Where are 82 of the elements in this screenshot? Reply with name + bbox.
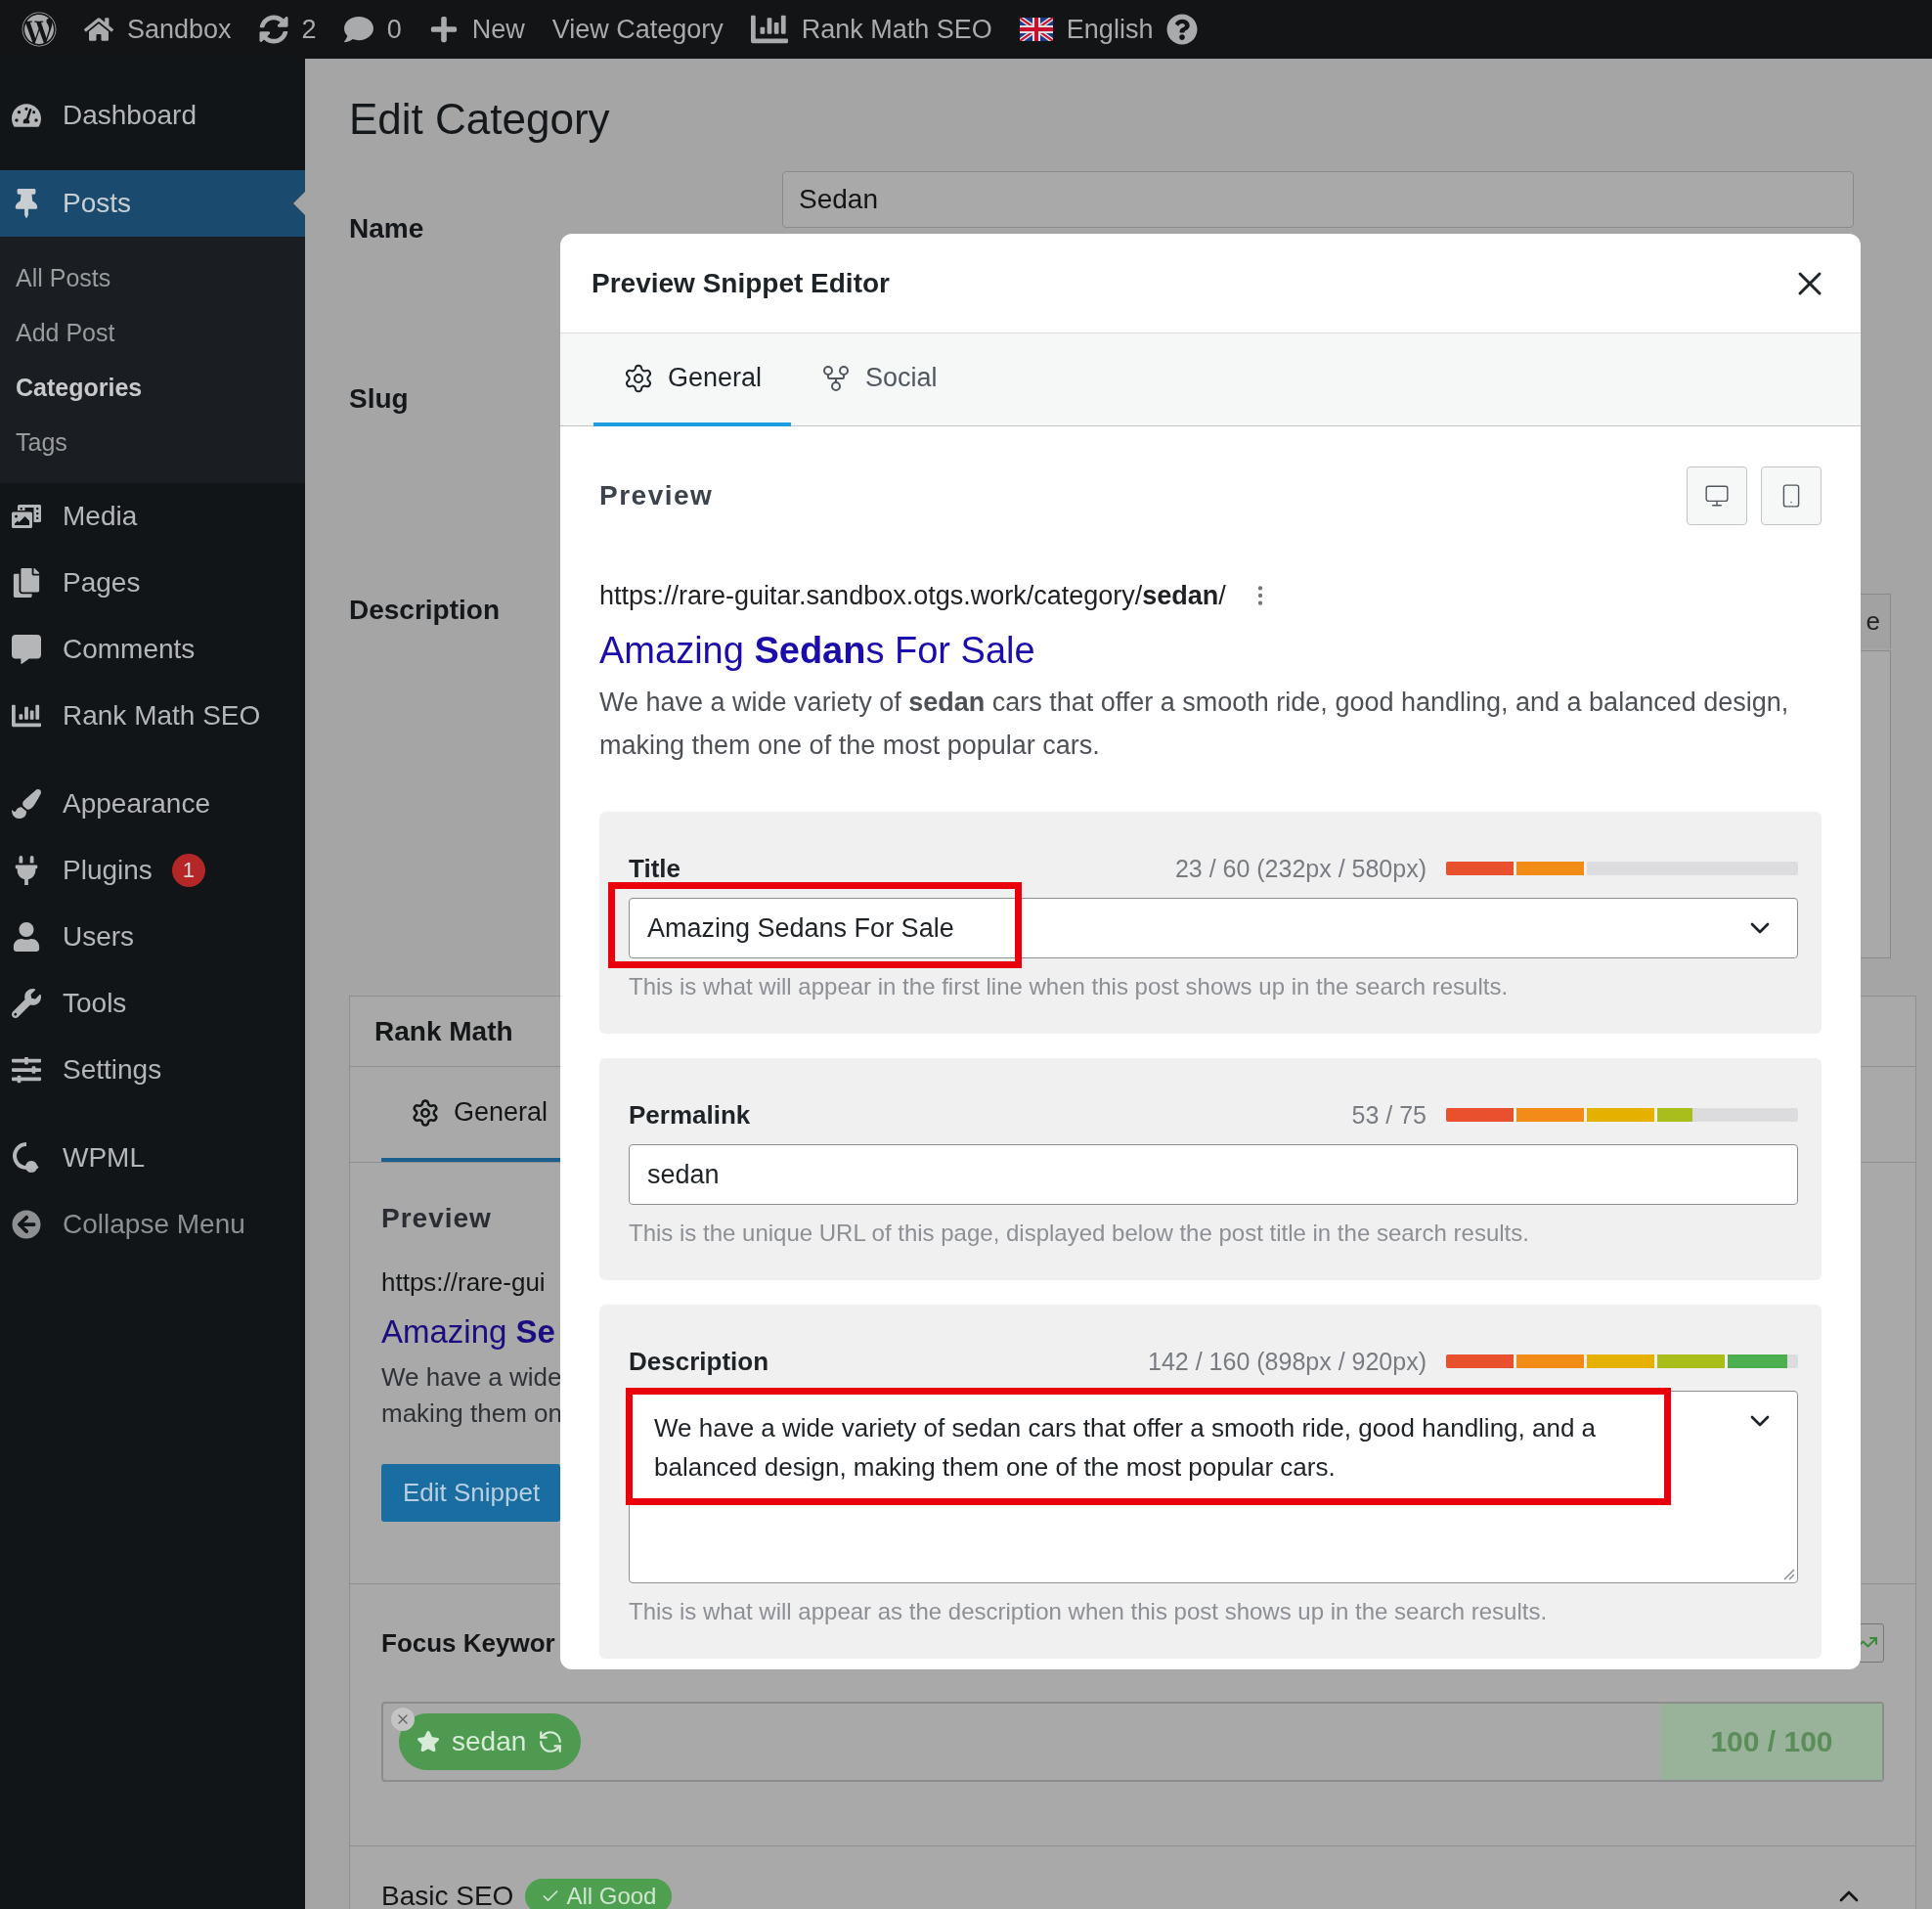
submenu-item[interactable]: Add Post bbox=[0, 305, 305, 360]
star-icon bbox=[417, 1730, 440, 1754]
help-text: This is the unique URL of this page, displayed below the post title in the search results. bbox=[629, 1219, 1530, 1248]
sidebar-menu-item[interactable]: Posts bbox=[0, 170, 305, 237]
section-heading: Preview bbox=[599, 480, 714, 511]
refresh-icon[interactable] bbox=[538, 1729, 564, 1754]
title-input[interactable]: Amazing Sedans For Sale bbox=[629, 898, 1798, 958]
plus-icon bbox=[428, 15, 459, 44]
description-textarea[interactable]: We have a wide variety of sedan cars that offer a smooth ride, good handling, and a balanced design, making them one of the most popular cars. bbox=[629, 1391, 1798, 1583]
sidebar-menu-item[interactable]: Appearance bbox=[0, 771, 305, 837]
section-heading: Basic SEO bbox=[381, 1881, 514, 1909]
sidebar-menu-item[interactable]: Collapse Menu bbox=[0, 1191, 305, 1258]
comment-icon bbox=[343, 15, 373, 44]
user-icon bbox=[12, 922, 41, 952]
gauge-icon bbox=[12, 101, 41, 130]
field-label: Title bbox=[629, 853, 681, 884]
swirl-icon bbox=[12, 1141, 41, 1175]
permalink-input[interactable]: sedan bbox=[629, 1144, 1798, 1205]
page-title: Edit Category bbox=[349, 94, 611, 145]
preview-url: https://rare-gui bbox=[381, 1266, 546, 1298]
remove-icon[interactable] bbox=[391, 1708, 415, 1731]
admin-bar-item[interactable]: 2 bbox=[244, 14, 330, 45]
sliders-icon bbox=[12, 1055, 41, 1085]
preview-description-line: making them on bbox=[381, 1398, 562, 1430]
wrench-icon bbox=[12, 989, 41, 1018]
sidebar-menu-item[interactable]: WPML bbox=[0, 1125, 305, 1191]
sidebar-menu-item[interactable]: Plugins 1 bbox=[0, 837, 305, 904]
help-text: This is what will appear as the description when this post shows up in the search results. bbox=[629, 1597, 1549, 1626]
arrow-left-icon bbox=[12, 1210, 41, 1239]
admin-bar-item[interactable]: Sandbox bbox=[70, 14, 245, 45]
field-label: Name bbox=[349, 215, 424, 243]
admin-bar-item[interactable]: 0 bbox=[329, 14, 416, 45]
admin-bar-item[interactable]: New bbox=[415, 14, 539, 45]
admin-bar-item[interactable]: Rank Math SEO bbox=[736, 11, 1006, 48]
current-page-pointer bbox=[293, 192, 305, 215]
preview-title-link[interactable]: Amazing Sedans For Sale bbox=[599, 628, 1822, 673]
brush-icon bbox=[12, 789, 41, 819]
character-counter: 142 / 160 (898px / 920px) bbox=[1148, 1347, 1427, 1376]
gear-icon bbox=[411, 1097, 440, 1128]
home-icon bbox=[84, 15, 113, 44]
dialog-tab[interactable]: Social bbox=[791, 333, 967, 426]
submenu-item[interactable]: Tags bbox=[0, 415, 305, 469]
sidebar-menu-item[interactable]: Users bbox=[0, 904, 305, 970]
sidebar-menu-item[interactable]: Comments bbox=[0, 616, 305, 683]
section-heading: Focus Keywor bbox=[381, 1628, 555, 1658]
gear-icon bbox=[623, 362, 654, 394]
character-counter: 23 / 60 (232px / 580px) bbox=[1174, 854, 1427, 883]
seo-score: 100 / 100 bbox=[1661, 1704, 1882, 1780]
count-badge: 1 bbox=[171, 854, 205, 887]
character-counter: 53 / 75 bbox=[1351, 1100, 1427, 1130]
preview-title-link[interactable]: Amazing Se bbox=[381, 1312, 555, 1352]
name-input[interactable]: Sedan bbox=[782, 171, 1854, 228]
preview-description: We have a wide variety of sedan cars that offer a smooth ride, good handling, and a balanced design, making them one of the most popular cars. bbox=[599, 687, 1790, 762]
media-icon bbox=[12, 502, 41, 531]
monitor-icon bbox=[1704, 483, 1730, 509]
submenu-item[interactable]: All Posts bbox=[0, 250, 305, 305]
pages-icon bbox=[12, 568, 41, 598]
help-icon[interactable] bbox=[1166, 14, 1199, 45]
field-label: Slug bbox=[349, 385, 409, 413]
refresh-icon bbox=[258, 15, 288, 44]
sidebar-menu-item[interactable]: Dashboard bbox=[0, 82, 305, 149]
sidebar-menu-item[interactable]: Pages bbox=[0, 550, 305, 616]
dialog-title: Preview Snippet Editor bbox=[592, 267, 890, 299]
section-heading: Preview bbox=[381, 1202, 492, 1235]
desktop-preview-button[interactable] bbox=[1687, 466, 1747, 525]
field-label: Permalink bbox=[629, 1099, 751, 1131]
preview-url: https://rare-guitar.sandbox.otgs.work/category/sedan/ bbox=[599, 581, 1226, 610]
comment-icon bbox=[12, 635, 41, 664]
submenu-item[interactable]: Categories bbox=[0, 360, 305, 415]
dialog-tab[interactable]: General bbox=[593, 333, 792, 426]
status-badge: All Good bbox=[525, 1879, 673, 1909]
preview-description-line: We have a wide bbox=[381, 1361, 562, 1394]
field-label: Description bbox=[349, 597, 501, 624]
sidebar-menu-item[interactable]: Rank Math SEO bbox=[0, 683, 305, 749]
sidebar-menu-item[interactable]: Settings bbox=[0, 1037, 305, 1103]
resize-handle-icon[interactable] bbox=[1781, 1567, 1795, 1580]
flag-icon bbox=[1019, 18, 1053, 41]
admin-bar-item[interactable]: English bbox=[1005, 14, 1167, 45]
field-label: Description bbox=[629, 1346, 769, 1377]
admin-bar-item[interactable]: View Category bbox=[538, 14, 737, 45]
sidebar-menu-item[interactable]: Media bbox=[0, 483, 305, 550]
sidebar-menu-item[interactable]: Tools bbox=[0, 970, 305, 1037]
